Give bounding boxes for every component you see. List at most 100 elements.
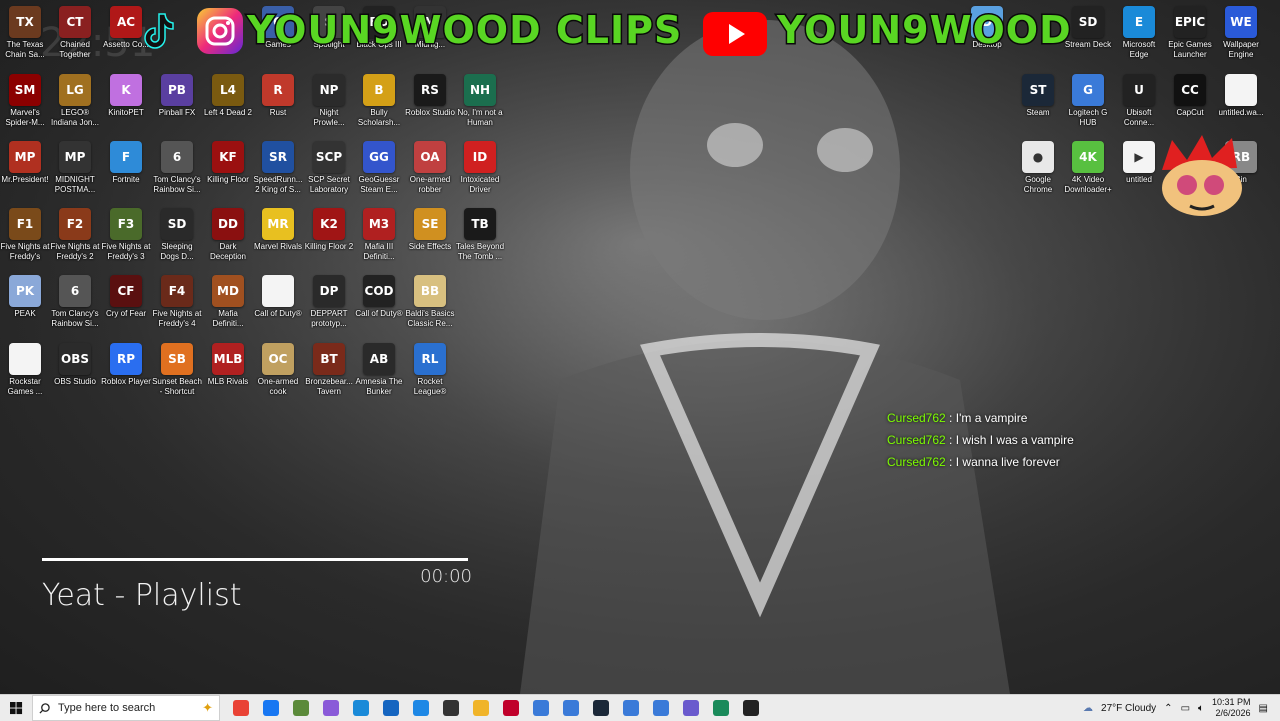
desktop-icon[interactable]: PK PEAK xyxy=(0,275,50,319)
desktop-icon[interactable]: OBS OBS Studio xyxy=(50,343,100,387)
desktop-icon[interactable]: SE Side Effects xyxy=(405,208,455,252)
desktop-icon[interactable]: COD Call of Duty® xyxy=(354,275,404,319)
weather-icon: ☁ xyxy=(1083,702,1094,714)
desktop-icon[interactable]: LG LEGO® Indiana Jon... xyxy=(50,74,100,128)
desktop-icon[interactable]: B Bully Scholarsh... xyxy=(354,74,404,128)
desktop-icon[interactable]: CT Chained Together xyxy=(50,6,100,60)
taskbar-capture-app-icon[interactable] xyxy=(706,695,736,721)
app-icon: NH xyxy=(464,74,496,106)
desktop-icon[interactable]: ID Intoxicated Driver xyxy=(455,141,505,195)
desktop-icon[interactable]: CC CapCut xyxy=(1165,74,1215,118)
taskbar-minecraft-icon[interactable] xyxy=(286,695,316,721)
desktop-icon[interactable]: F2 Five Nights at Freddy's 2 xyxy=(50,208,100,262)
desktop-icon[interactable]: GG GeoGuessr Steam E... xyxy=(354,141,404,195)
desktop-icon[interactable]: L4 Left 4 Dead 2 xyxy=(203,74,253,118)
desktop-icon[interactable]: SM Marvel's Spider-M... xyxy=(0,74,50,128)
taskbar-window-a-icon[interactable] xyxy=(526,695,556,721)
taskbar-copilot-icon[interactable] xyxy=(316,695,346,721)
network-icon[interactable]: ▭ xyxy=(1181,703,1190,714)
desktop-icon[interactable]: NP Night Prowle... xyxy=(304,74,354,128)
desktop-icon-label: No, I'm not a Human xyxy=(457,108,503,127)
desktop-icon-label: Marvel Rivals xyxy=(253,242,302,251)
desktop-icon[interactable]: CF Cry of Fear xyxy=(101,275,151,319)
clock[interactable]: 10:31 PM 2/6/2026 xyxy=(1212,697,1251,719)
desktop-icon[interactable]: EPIC Epic Games Launcher xyxy=(1165,6,1215,60)
desktop-icon[interactable]: F1 Five Nights at Freddy's xyxy=(0,208,50,262)
notification-icon[interactable]: ▤ xyxy=(1259,703,1268,714)
taskbar-window-c-icon[interactable] xyxy=(616,695,646,721)
taskbar-chrome-icon[interactable] xyxy=(226,695,256,721)
desktop-icon[interactable]: SD Sleeping Dogs D... xyxy=(152,208,202,262)
desktop-icon[interactable]: SR SpeedRunn... 2 King of S... xyxy=(253,141,303,195)
desktop-icon[interactable]: K KinitoPET xyxy=(101,74,151,118)
desktop-icon[interactable]: 6 Tom Clancy's Rainbow Si... xyxy=(50,275,100,329)
desktop-icon[interactable]: MR Marvel Rivals xyxy=(253,208,303,252)
desktop-icon-label: Microsoft Edge xyxy=(1122,40,1156,59)
desktop-icon[interactable]: SCP SCP Secret Laboratory xyxy=(304,141,354,195)
desktop-icon-label: Rocket League® xyxy=(413,377,447,396)
taskbar-window-b-icon[interactable] xyxy=(556,695,586,721)
app-icon: F4 xyxy=(161,275,193,307)
desktop-icon[interactable]: M3 Mafia III Definiti... xyxy=(354,208,404,262)
progress-bar[interactable] xyxy=(42,558,468,561)
desktop-icon[interactable]: NH No, I'm not a Human xyxy=(455,74,505,128)
taskbar-discord-like-icon[interactable] xyxy=(676,695,706,721)
desktop-icon[interactable]: SB Sunset Beach - Shortcut xyxy=(152,343,202,397)
taskbar-media-app-icon[interactable] xyxy=(496,695,526,721)
desktop-icon-label: Five Nights at Freddy's 2 xyxy=(50,242,100,261)
desktop-icon[interactable]: 4K 4K Video Downloader+ xyxy=(1063,141,1113,195)
desktop-icon[interactable]: F Fortnite xyxy=(101,141,151,185)
desktop-icon[interactable]: 6 Tom Clancy's Rainbow Si... xyxy=(152,141,202,195)
taskbar-search[interactable]: Type here to search ✦ xyxy=(32,695,220,721)
desktop-icon[interactable]: DP DEPPART prototyp... xyxy=(304,275,354,329)
desktop-icon[interactable]: RP Roblox Player xyxy=(101,343,151,387)
desktop-icon[interactable]: untitled.wa... xyxy=(1216,74,1266,118)
desktop-icon[interactable]: AB Amnesia The Bunker xyxy=(354,343,404,397)
desktop-icon[interactable]: Rockstar Games ... xyxy=(0,343,50,397)
desktop-icon[interactable]: TB Tales Beyond The Tomb ... xyxy=(455,208,505,262)
taskbar-facebook-icon[interactable] xyxy=(256,695,286,721)
chat-message: Cursed762 : I wish I was a vampire xyxy=(887,433,1074,447)
desktop-icon[interactable]: DD Dark Deception xyxy=(203,208,253,262)
taskbar-obs-icon[interactable] xyxy=(736,695,766,721)
desktop-icon[interactable]: R Rust xyxy=(253,74,303,118)
taskbar-edge-icon[interactable] xyxy=(346,695,376,721)
desktop-icon[interactable]: ST Steam xyxy=(1013,74,1063,118)
desktop-icon[interactable]: RL Rocket League® xyxy=(405,343,455,397)
volume-icon[interactable]: 🔈︎ xyxy=(1198,703,1204,714)
desktop-icon[interactable]: G Logitech G HUB xyxy=(1063,74,1113,128)
desktop-icon[interactable]: RS Roblox Studio xyxy=(405,74,455,118)
desktop-icon[interactable]: E Microsoft Edge xyxy=(1114,6,1164,60)
desktop-icon[interactable]: KF Killing Floor xyxy=(203,141,253,185)
desktop-icon[interactable]: WE Wallpaper Engine xyxy=(1216,6,1266,60)
start-button[interactable] xyxy=(0,695,32,721)
weather-text[interactable]: 27°F Cloudy xyxy=(1101,703,1156,714)
desktop-icon[interactable]: MP MIDNIGHT POSTMA... xyxy=(50,141,100,195)
desktop-icon[interactable]: Call of Duty® xyxy=(253,275,303,319)
desktop-icon[interactable]: U Ubisoft Conne... xyxy=(1114,74,1164,128)
desktop-icon[interactable]: F3 Five Nights at Freddy's 3 xyxy=(101,208,151,262)
taskbar-store-icon[interactable] xyxy=(376,695,406,721)
desktop-icon[interactable]: K2 Killing Floor 2 xyxy=(304,208,354,252)
desktop-icon[interactable]: TX The Texas Chain Sa... xyxy=(0,6,50,60)
app-icon: BT xyxy=(313,343,345,375)
taskbar-file-explorer-icon[interactable] xyxy=(466,695,496,721)
taskbar-steam-icon[interactable] xyxy=(586,695,616,721)
taskbar-roblox-studio-icon[interactable] xyxy=(436,695,466,721)
desktop-icon[interactable]: ● Google Chrome xyxy=(1013,141,1063,195)
taskbar-mail-icon[interactable] xyxy=(406,695,436,721)
taskbar-window-d-icon[interactable] xyxy=(646,695,676,721)
desktop-icon-label: Killing Floor 2 xyxy=(304,242,354,251)
chat-message: Cursed762 : I wanna live forever xyxy=(887,455,1060,469)
desktop-icon[interactable]: MP Mr.President! xyxy=(0,141,50,185)
desktop-icon[interactable]: OC One-armed cook xyxy=(253,343,303,397)
chevron-up-icon[interactable]: ⌃ xyxy=(1164,703,1172,714)
desktop-icon[interactable]: MLB MLB Rivals xyxy=(203,343,253,387)
desktop-icon[interactable]: OA One-armed robber xyxy=(405,141,455,195)
desktop-icon[interactable]: BB Baldi's Basics Classic Re... xyxy=(405,275,455,329)
desktop-icon[interactable]: MD Mafia Definiti... xyxy=(203,275,253,329)
desktop-icon[interactable]: F4 Five Nights at Freddy's 4 xyxy=(152,275,202,329)
desktop-icon[interactable]: PB Pinball FX xyxy=(152,74,202,118)
app-icon: NP xyxy=(313,74,345,106)
desktop-icon[interactable]: BT Bronzebear... Tavern xyxy=(304,343,354,397)
